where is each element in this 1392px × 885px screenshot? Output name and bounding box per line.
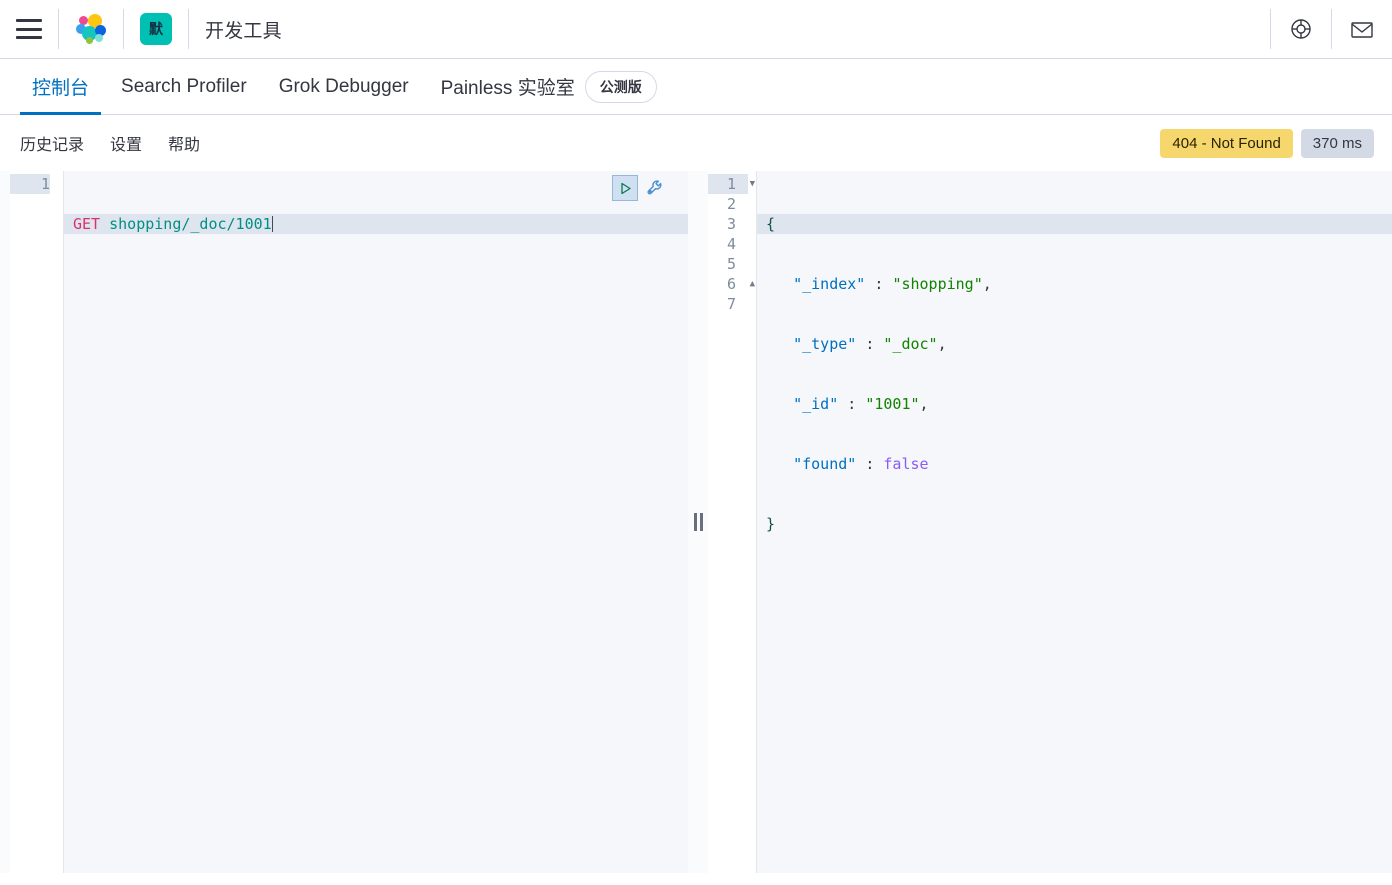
request-code-area[interactable]: GET shopping/_doc/1001 xyxy=(64,171,688,873)
menu-button[interactable] xyxy=(0,0,58,58)
json-close-brace: } xyxy=(766,515,776,533)
json-value: "_doc" xyxy=(883,335,938,353)
wrench-icon[interactable] xyxy=(644,177,666,199)
tab-grok-debugger-label: Grok Debugger xyxy=(278,75,409,97)
elastic-home-link[interactable] xyxy=(59,0,123,58)
response-line-3: "_type" : "_doc", xyxy=(757,334,1392,354)
space-switcher[interactable]: 默 xyxy=(124,0,188,58)
grip-vertical-icon[interactable] xyxy=(693,513,703,531)
status-badge: 404 - Not Found xyxy=(1160,128,1293,158)
response-line-number: 3 xyxy=(726,215,736,233)
request-path-token: shopping/_doc/1001 xyxy=(109,215,272,233)
response-editor-panel[interactable]: 1 ▼ 2 3 4 5 6 ▲ 7 { "_index" : "shopping",… xyxy=(708,171,1392,873)
json-open-brace: { xyxy=(766,215,776,233)
header-spacer xyxy=(298,0,1270,58)
json-key: "found" xyxy=(793,455,857,473)
request-line-1[interactable]: GET shopping/_doc/1001 xyxy=(64,214,688,234)
json-key: "_index" xyxy=(793,275,866,293)
history-button[interactable]: 历史记录 xyxy=(20,131,84,155)
response-line-2: "_index" : "shopping", xyxy=(757,274,1392,294)
response-line-4: "_id" : "1001", xyxy=(757,394,1392,414)
help-button-console[interactable]: 帮助 xyxy=(168,131,200,155)
json-colon: : xyxy=(865,275,893,293)
request-gutter: 1 xyxy=(10,171,64,873)
response-line-number[interactable]: 1 ▼ xyxy=(708,174,755,194)
json-colon: : xyxy=(838,395,866,413)
response-line-number: 5 xyxy=(726,255,736,273)
settings-button[interactable]: 设置 xyxy=(110,131,142,155)
json-colon: : xyxy=(856,335,884,353)
request-editor-panel[interactable]: 1 GET shopping/_doc/1001 xyxy=(10,171,688,873)
json-comma: , xyxy=(919,395,929,413)
beta-badge[interactable]: 公测版 xyxy=(584,70,657,103)
panel-resize-handle[interactable] xyxy=(688,171,708,873)
tab-search-profiler-label: Search Profiler xyxy=(121,75,247,97)
tab-search-profiler[interactable]: Search Profiler xyxy=(105,59,263,114)
devtools-tabs: 控制台 Search Profiler Grok Debugger Painle… xyxy=(0,59,1392,115)
json-value: "shopping" xyxy=(892,275,983,293)
request-space xyxy=(100,215,109,233)
tab-console-label: 控制台 xyxy=(32,78,90,99)
tab-painless-lab[interactable]: Painless 实验室 公测版 xyxy=(425,59,673,114)
global-header: 默 开发工具 xyxy=(0,0,1392,59)
response-line-7 xyxy=(757,574,1392,594)
json-colon: : xyxy=(856,455,884,473)
help-life-ring-icon[interactable] xyxy=(1287,15,1315,43)
response-gutter: 1 ▼ 2 3 4 5 6 ▲ 7 xyxy=(708,171,757,873)
response-line-number: 2 xyxy=(726,195,736,213)
json-value: "1001" xyxy=(865,395,920,413)
breadcrumb: 开发工具 xyxy=(189,0,298,58)
space-avatar[interactable]: 默 xyxy=(140,13,172,45)
send-request-button[interactable] xyxy=(612,175,638,201)
page-title: 开发工具 xyxy=(205,20,282,42)
response-line-number: 7 xyxy=(726,295,736,313)
response-line-1: { xyxy=(757,214,1392,234)
tab-console[interactable]: 控制台 xyxy=(16,59,105,115)
json-comma: , xyxy=(937,335,947,353)
response-code-area[interactable]: { "_index" : "shopping", "_type" : "_doc… xyxy=(757,171,1392,873)
fold-expand-icon[interactable]: ▲ xyxy=(750,274,755,294)
request-line-number: 1 xyxy=(10,174,50,194)
response-line-6: } xyxy=(757,514,1392,534)
hamburger-menu-icon[interactable] xyxy=(16,19,42,39)
request-actions xyxy=(612,175,666,201)
response-time-badge: 370 ms xyxy=(1300,128,1374,158)
json-key: "_id" xyxy=(793,395,839,413)
tab-painless-lab-label: Painless 实验室 xyxy=(440,78,575,99)
elastic-logo-icon[interactable] xyxy=(75,13,107,45)
mail-envelope-icon[interactable] xyxy=(1348,15,1376,43)
json-comma: , xyxy=(982,275,992,293)
json-boolean-value: false xyxy=(883,455,929,473)
news-feed-button[interactable] xyxy=(1332,0,1392,58)
response-line-number: 4 xyxy=(726,235,736,253)
fold-collapse-icon[interactable]: ▼ xyxy=(750,174,755,194)
http-method-token: GET xyxy=(73,215,101,233)
tab-grok-debugger[interactable]: Grok Debugger xyxy=(263,59,425,114)
console-toolbar: 历史记录 设置 帮助 404 - Not Found 370 ms xyxy=(0,115,1392,171)
response-line-5: "found" : false xyxy=(757,454,1392,474)
help-button[interactable] xyxy=(1271,0,1331,58)
console-split-panels: 1 GET shopping/_doc/1001 1 ▼ 2 3 4 5 6 ▲… xyxy=(0,171,1392,873)
response-line-number[interactable]: 6 ▲ xyxy=(708,274,755,294)
json-key: "_type" xyxy=(793,335,857,353)
text-cursor xyxy=(271,216,273,232)
